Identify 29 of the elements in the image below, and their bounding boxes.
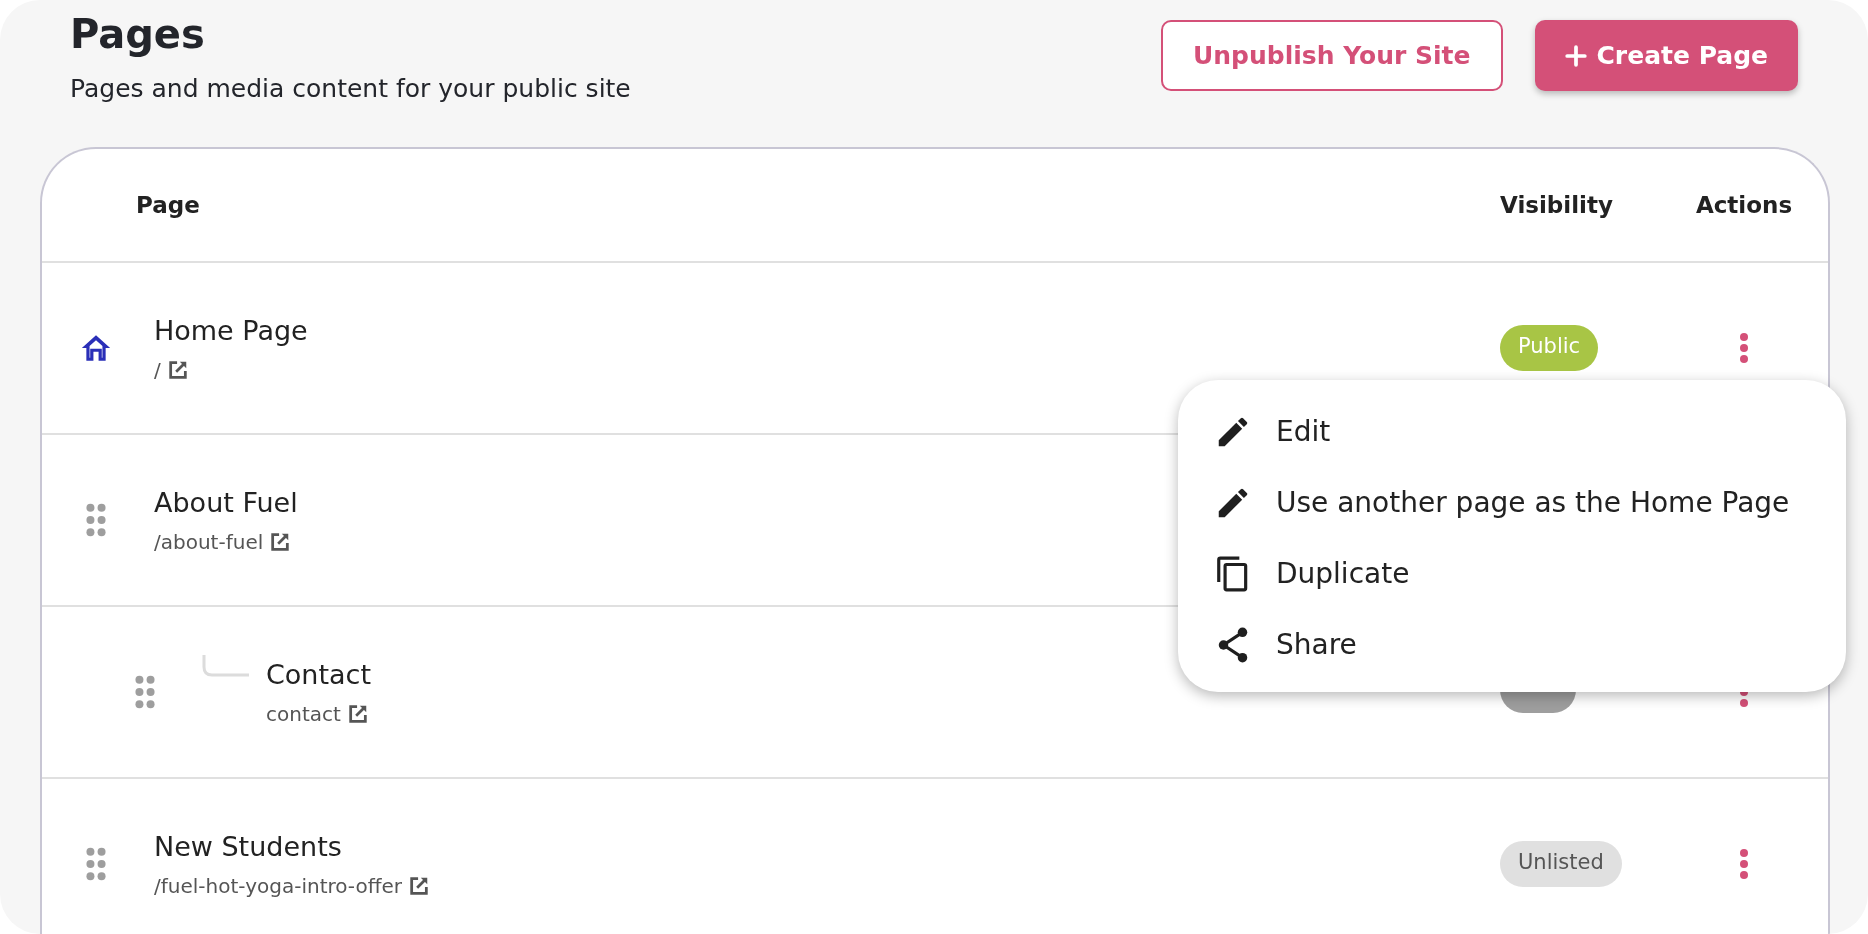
page-path: contact — [266, 701, 341, 726]
page-title: Pages — [70, 10, 206, 59]
menu-item[interactable]: Share — [1214, 609, 1826, 680]
page-path: /about-fuel — [154, 529, 264, 554]
page-name[interactable]: About Fuel — [154, 486, 298, 518]
external-link-icon[interactable] — [408, 874, 430, 897]
page-subtitle: Pages and media content for your public site — [70, 74, 631, 103]
menu-item[interactable]: Duplicate — [1214, 538, 1826, 609]
tree-connector — [202, 654, 249, 679]
column-header: Visibility — [1500, 192, 1614, 218]
external-link-icon[interactable] — [269, 530, 292, 553]
external-link-icon[interactable] — [346, 702, 369, 725]
external-link-icon[interactable] — [166, 358, 189, 381]
create-page-button[interactable]: Create Page — [1534, 20, 1798, 91]
page-name[interactable]: New Students — [154, 830, 430, 862]
visibility-badge: Unlisted — [1500, 841, 1622, 887]
unpublish-button[interactable]: Unpublish Your Site — [1161, 20, 1503, 91]
page-path: /fuel-hot-yoga-intro-offer — [154, 873, 402, 898]
page-name[interactable]: Contact — [266, 658, 372, 690]
more-actions-icon[interactable] — [1739, 332, 1749, 364]
page-name[interactable]: Home Page — [154, 314, 308, 346]
page-path: / — [154, 357, 161, 382]
more-actions-icon[interactable] — [1739, 848, 1749, 880]
visibility-badge: Public — [1500, 325, 1599, 371]
menu-item[interactable]: Use another page as the Home Page — [1214, 467, 1826, 538]
menu-item[interactable]: Edit — [1214, 396, 1826, 467]
column-header: Page — [135, 192, 201, 218]
plus-icon — [1564, 44, 1587, 67]
column-header: Actions — [1694, 192, 1794, 218]
